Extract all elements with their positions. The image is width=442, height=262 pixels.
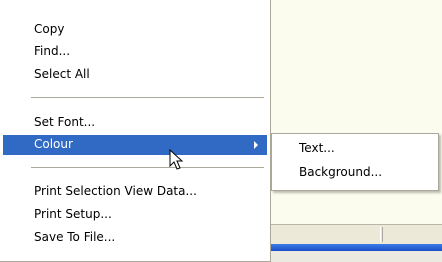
menu-item-print-setup[interactable]: Print Setup... bbox=[3, 205, 267, 225]
submenu-item-label: Background... bbox=[299, 165, 383, 179]
grid-column-divider bbox=[380, 227, 383, 242]
colour-submenu: Text... Background... bbox=[271, 133, 439, 191]
menu-item-label: Print Setup... bbox=[34, 207, 112, 221]
background-grid-header bbox=[270, 224, 442, 245]
menu-separator bbox=[31, 167, 264, 168]
menu-item-save-to-file[interactable]: Save To File... bbox=[3, 228, 267, 248]
menu-item-print-selection-view-data[interactable]: Print Selection View Data... bbox=[3, 182, 267, 202]
menu-item-label: Set Font... bbox=[34, 115, 96, 129]
menu-item-label: Select All bbox=[34, 67, 90, 81]
menu-item-set-font[interactable]: Set Font... bbox=[3, 113, 267, 133]
arrow-pointer-icon bbox=[169, 149, 184, 170]
menu-item-label: Save To File... bbox=[34, 230, 116, 244]
submenu-item-text[interactable]: Text... bbox=[274, 138, 436, 160]
submenu-arrow-icon bbox=[254, 141, 258, 149]
context-menu: Copy Find... Select All Set Font... Colo… bbox=[0, 0, 271, 262]
menu-separator bbox=[31, 97, 264, 98]
menu-item-label: Copy bbox=[34, 22, 65, 36]
menu-item-select-all[interactable]: Select All bbox=[3, 65, 267, 85]
background-selection-bar bbox=[270, 244, 442, 251]
submenu-item-background[interactable]: Background... bbox=[274, 162, 436, 184]
menu-item-colour[interactable]: Colour bbox=[3, 135, 267, 155]
menu-item-label: Colour bbox=[34, 137, 73, 151]
menu-item-find[interactable]: Find... bbox=[3, 42, 267, 62]
menu-item-copy[interactable]: Copy bbox=[3, 20, 267, 40]
menu-item-label: Find... bbox=[34, 44, 71, 58]
submenu-item-label: Text... bbox=[299, 141, 335, 155]
menu-item-label: Print Selection View Data... bbox=[34, 184, 197, 198]
